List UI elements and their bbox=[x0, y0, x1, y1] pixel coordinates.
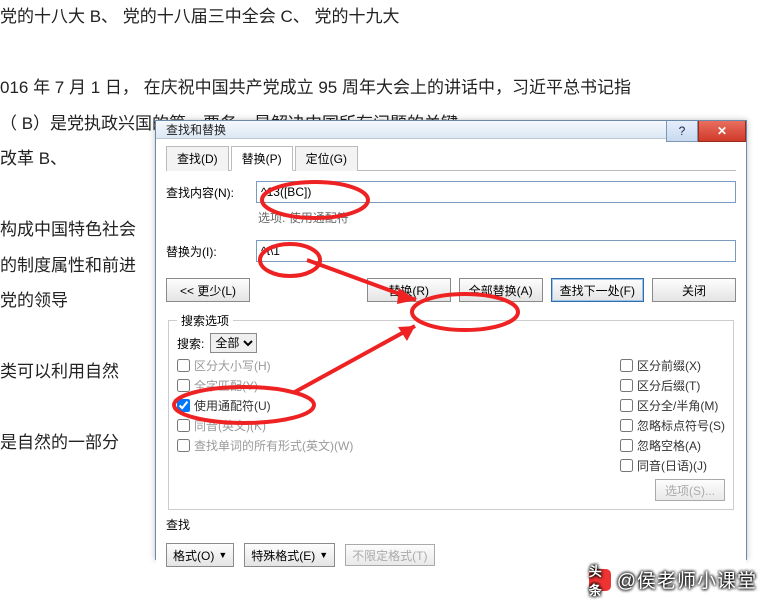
chevron-down-icon: ▼ bbox=[218, 550, 227, 560]
search-options-legend: 搜索选项 bbox=[177, 312, 233, 329]
format-dropdown[interactable]: 格式(O)▼ bbox=[166, 543, 234, 567]
find-options-line: 选项: 使用通配符 bbox=[258, 209, 736, 226]
replace-input[interactable] bbox=[256, 240, 736, 262]
dialog-titlebar[interactable]: 查找和替换 bbox=[156, 121, 746, 139]
use-wildcards-checkbox[interactable] bbox=[177, 399, 190, 412]
search-scope-label: 搜索: bbox=[177, 335, 204, 352]
toutiao-logo-icon: 头条 bbox=[589, 569, 611, 591]
chevron-down-icon: ▼ bbox=[319, 550, 328, 560]
replace-label: 替换为(I): bbox=[166, 243, 256, 260]
close-window-button[interactable] bbox=[698, 121, 746, 142]
ignore-punct-checkbox[interactable] bbox=[620, 419, 633, 432]
watermark-text: @侯老师小课堂 bbox=[617, 566, 757, 593]
search-scope-select[interactable]: 全部 bbox=[210, 333, 257, 353]
tab-goto[interactable]: 定位(G) bbox=[295, 146, 358, 171]
match-suffix-checkbox[interactable] bbox=[620, 379, 633, 392]
special-format-dropdown[interactable]: 特殊格式(E)▼ bbox=[244, 543, 335, 567]
match-prefix-checkbox[interactable] bbox=[620, 359, 633, 372]
left-options-column: 区分大小写(H) 全字匹配(Y) 使用通配符(U) 同音(英文)(K) 查找单词… bbox=[177, 357, 353, 501]
sounds-like-jp-checkbox[interactable] bbox=[620, 459, 633, 472]
replace-all-button[interactable]: 全部替换(A) bbox=[459, 278, 543, 302]
match-case-checkbox[interactable] bbox=[177, 359, 190, 372]
ignore-space-checkbox[interactable] bbox=[620, 439, 633, 452]
find-section-label: 查找 bbox=[166, 516, 736, 533]
watermark: 头条 @侯老师小课堂 bbox=[589, 566, 757, 593]
find-input[interactable] bbox=[256, 181, 736, 203]
tab-replace[interactable]: 替换(P) bbox=[231, 146, 293, 171]
help-button[interactable] bbox=[666, 121, 698, 142]
full-half-width-checkbox[interactable] bbox=[620, 399, 633, 412]
tab-row: 查找(D) 替换(P) 定位(G) bbox=[166, 145, 736, 171]
less-button[interactable]: << 更少(L) bbox=[166, 278, 250, 302]
tab-find[interactable]: 查找(D) bbox=[166, 146, 229, 171]
close-button[interactable]: 关闭 bbox=[652, 278, 736, 302]
dialog-title: 查找和替换 bbox=[166, 121, 226, 138]
replace-button[interactable]: 替换(R) bbox=[367, 278, 451, 302]
whole-word-checkbox[interactable] bbox=[177, 379, 190, 392]
sounds-like-en-checkbox[interactable] bbox=[177, 419, 190, 432]
all-forms-en-checkbox[interactable] bbox=[177, 439, 190, 452]
find-label: 查找内容(N): bbox=[166, 184, 256, 201]
right-options-column: 区分前缀(X) 区分后缀(T) 区分全/半角(M) 忽略标点符号(S) 忽略空格… bbox=[620, 357, 725, 501]
no-format-button[interactable]: 不限定格式(T) bbox=[345, 544, 434, 566]
find-next-button[interactable]: 查找下一处(F) bbox=[551, 278, 644, 302]
find-replace-dialog: 查找和替换 查找(D) 替换(P) 定位(G) 查找内容(N): 选项: 使用通… bbox=[155, 120, 747, 560]
search-options-group: 搜索选项 搜索: 全部 区分大小写(H) 全字匹配(Y) 使用通配符(U) 同音… bbox=[168, 312, 734, 510]
options-s-button[interactable]: 选项(S)... bbox=[655, 479, 725, 501]
